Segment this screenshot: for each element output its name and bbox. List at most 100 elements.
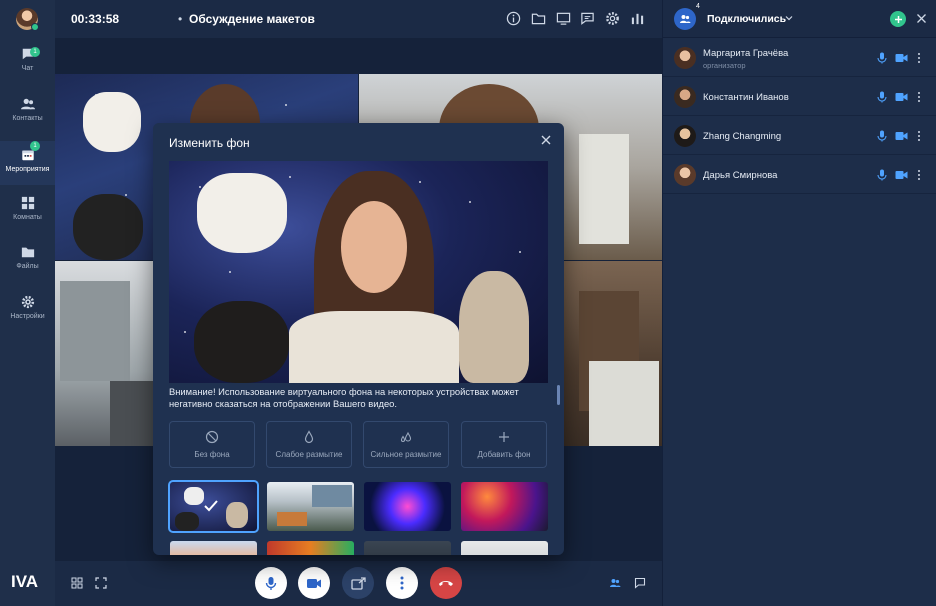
avatar (674, 86, 696, 108)
more-vertical-icon[interactable] (917, 130, 921, 142)
camera-icon[interactable] (895, 170, 908, 180)
microphone-icon[interactable] (877, 91, 887, 103)
close-icon[interactable] (540, 134, 552, 146)
sidebar-item-label: Настройки (10, 313, 45, 320)
background-preview (169, 161, 548, 383)
more-vertical-icon[interactable] (917, 91, 921, 103)
plus-icon (499, 432, 509, 442)
avatar (674, 125, 696, 147)
option-label: Слабое размытие (275, 450, 343, 459)
microphone-icon[interactable] (877, 130, 887, 142)
end-call-button[interactable] (430, 567, 462, 599)
chair-image (589, 361, 659, 446)
strong-blur-option[interactable]: Сильное размытие (363, 421, 449, 468)
participants-icon[interactable] (609, 577, 621, 589)
cat-image (197, 173, 287, 253)
camera-icon[interactable] (895, 53, 908, 63)
iva-logo: IVA (11, 572, 39, 591)
chat-icon[interactable] (580, 11, 595, 26)
cat-image (83, 92, 141, 152)
sidebar-item-label: Контакты (12, 115, 43, 122)
background-thumbnail-white-room[interactable] (461, 541, 548, 555)
hang-up-icon (439, 581, 453, 586)
camera-button[interactable] (298, 567, 330, 599)
cat-image (184, 487, 204, 505)
background-thumbnail-office[interactable] (267, 482, 354, 531)
call-timer: 00:33:58 (71, 12, 120, 26)
background-thumbnail-space-cats[interactable] (168, 480, 259, 533)
screen-share-icon[interactable] (556, 11, 571, 26)
bottom-bar (55, 561, 662, 606)
background-thumbnail-room[interactable] (364, 541, 451, 555)
background-thumbnail-abstract-blue[interactable] (364, 482, 451, 531)
camera-icon (307, 578, 321, 588)
sidebar-item-contacts[interactable]: Контакты (0, 97, 55, 141)
user-avatar[interactable] (16, 8, 39, 31)
statistics-icon[interactable] (630, 11, 645, 26)
online-status-dot (31, 23, 39, 31)
background-thumbnail-forest[interactable] (267, 541, 354, 555)
sidebar-item-events[interactable]: 1 Мероприятия (0, 141, 55, 185)
close-icon[interactable] (916, 13, 927, 24)
more-vertical-icon[interactable] (917, 169, 921, 181)
participants-count: 4 (696, 3, 700, 10)
layout-grid-icon[interactable] (71, 577, 83, 589)
participants-button[interactable] (674, 8, 696, 30)
background-thumbnail-flowers[interactable] (461, 482, 548, 531)
sidebar-item-settings[interactable]: Настройки (0, 295, 55, 339)
background-thumbnail-sunset[interactable] (170, 541, 257, 555)
events-badge: 1 (30, 141, 40, 151)
sidebar-item-rooms[interactable]: Комнаты (0, 196, 55, 240)
dialog-scrollbar[interactable] (557, 385, 560, 405)
gear-icon[interactable] (605, 11, 620, 26)
participant-row[interactable]: Константин Иванов (663, 78, 936, 116)
window-image (312, 485, 352, 507)
add-background-option[interactable]: Добавить фон (461, 421, 547, 468)
chat-icon[interactable] (634, 577, 646, 589)
participants-title[interactable]: Подключились (707, 13, 786, 25)
sidebar-item-label: Мероприятия (5, 166, 50, 173)
contacts-icon (20, 98, 35, 110)
virtual-background-warning: Внимание! Использование виртуального фон… (169, 386, 519, 409)
title-separator: • (178, 12, 183, 26)
avatar (674, 47, 696, 69)
cat-image (194, 301, 289, 383)
participant-role: организатор (703, 61, 746, 70)
add-participant-button[interactable] (890, 11, 906, 27)
microphone-icon[interactable] (877, 169, 887, 181)
microphone-icon[interactable] (877, 52, 887, 64)
share-screen-button[interactable] (342, 567, 374, 599)
participant-row[interactable]: Маргарита Грачёва организатор (663, 39, 936, 77)
camera-icon[interactable] (895, 92, 908, 102)
cat-image (459, 271, 529, 383)
folder-icon[interactable] (531, 11, 546, 26)
weak-blur-option[interactable]: Слабое размытие (266, 421, 352, 468)
sidebar-item-label: Файлы (16, 263, 39, 270)
checkmark-icon (204, 500, 218, 512)
top-bar: 00:33:58 • Обсуждение макетов (55, 0, 662, 38)
chevron-down-icon[interactable] (785, 14, 793, 22)
sweater-image (289, 311, 459, 383)
participant-row[interactable]: Zhang Changming (663, 117, 936, 155)
fullscreen-icon[interactable] (95, 577, 107, 589)
camera-icon[interactable] (895, 131, 908, 141)
chat-badge: 1 (30, 47, 40, 57)
participants-icon (680, 15, 691, 23)
info-icon[interactable] (506, 11, 521, 26)
microphone-icon (265, 576, 277, 590)
no-background-icon (205, 430, 219, 444)
participant-row[interactable]: Дарья Смирнова (663, 156, 936, 194)
option-label: Без фона (194, 450, 230, 459)
more-options-button[interactable] (386, 567, 418, 599)
left-sidebar: 1 Чат Контакты 1 Мероприятия Комнаты Фай… (0, 0, 55, 606)
no-background-option[interactable]: Без фона (169, 421, 255, 468)
sofa-image (277, 512, 307, 526)
share-icon (350, 576, 366, 590)
sidebar-item-files[interactable]: Файлы (0, 245, 55, 289)
more-vertical-icon[interactable] (917, 52, 921, 64)
avatar (674, 164, 696, 186)
microphone-button[interactable] (255, 567, 287, 599)
participant-name: Zhang Changming (703, 131, 782, 142)
sidebar-item-chat[interactable]: 1 Чат (0, 47, 55, 91)
participants-header: 4 Подключились (663, 0, 936, 38)
